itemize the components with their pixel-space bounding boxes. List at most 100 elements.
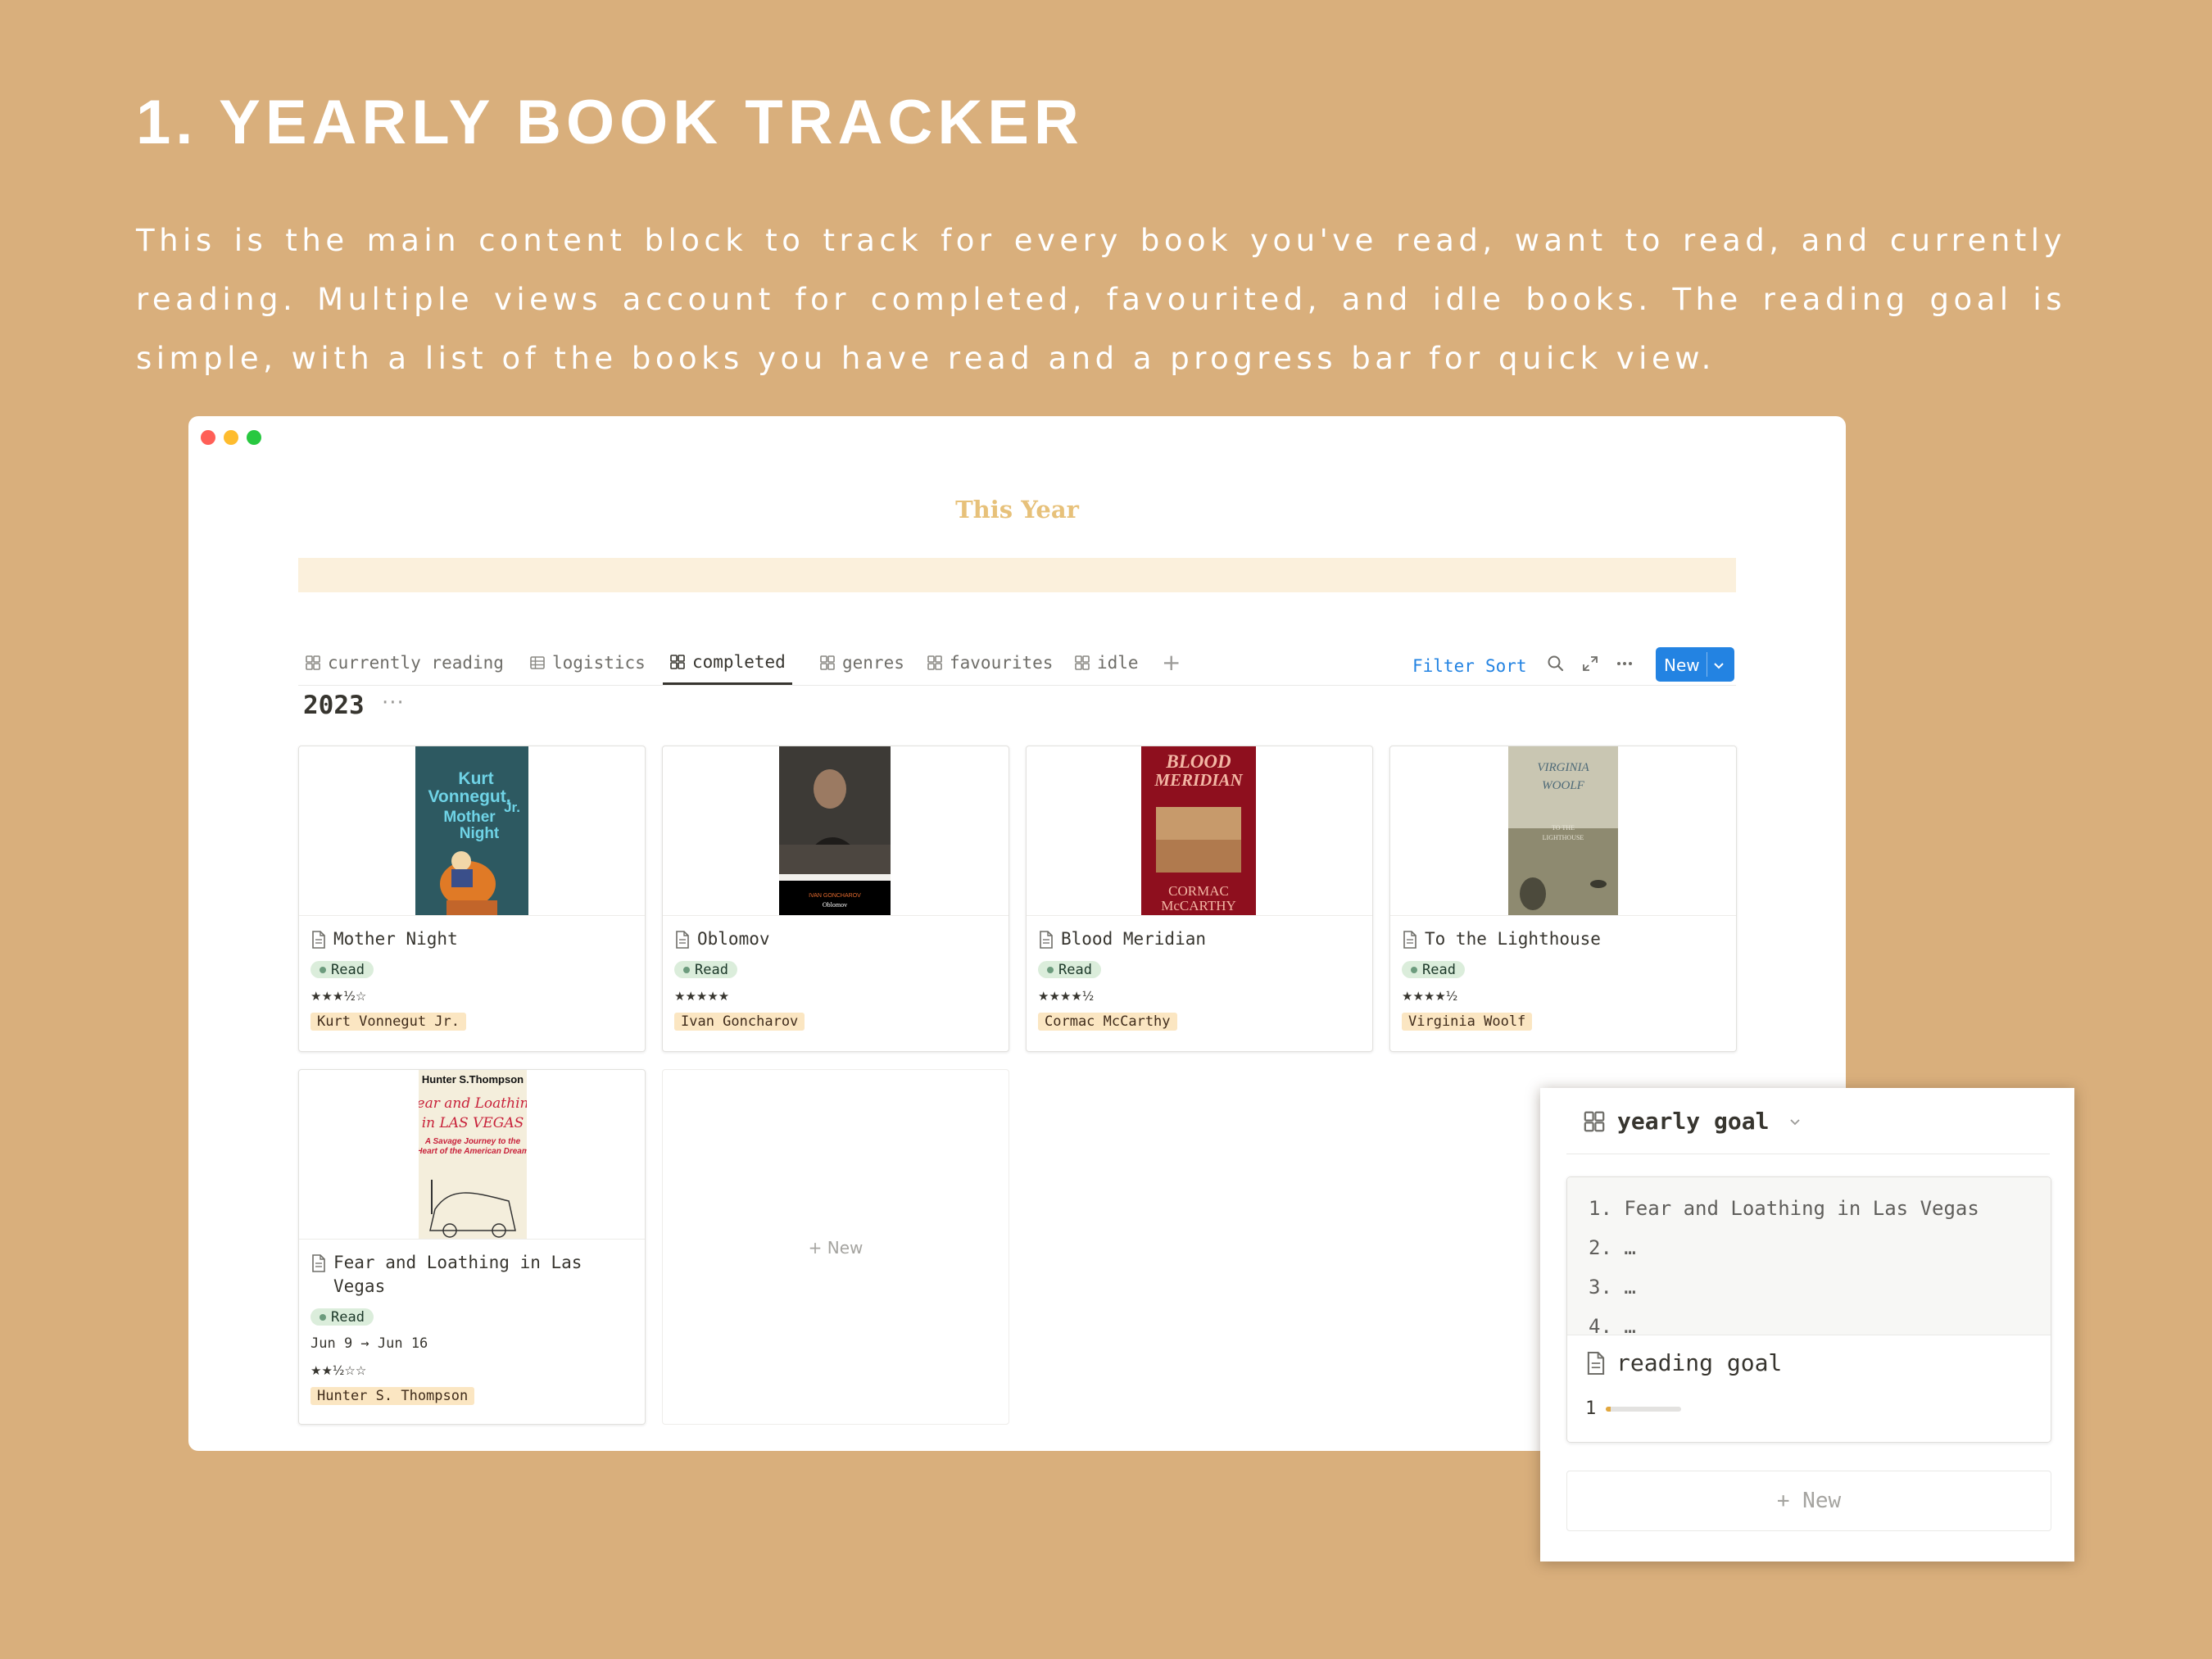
status-badge: Read: [310, 961, 374, 978]
group-title[interactable]: 2023: [303, 691, 365, 720]
author-tag: Cormac McCarthy: [1038, 1013, 1177, 1031]
tab-favourites[interactable]: favourites: [920, 641, 1059, 684]
rating: ★★★★★: [674, 989, 730, 1004]
card-title: Blood Meridian: [1038, 927, 1361, 951]
status-text: Read: [1422, 961, 1456, 978]
search-icon[interactable]: [1545, 653, 1566, 674]
yearly-goal-panel: yearly goal 1. Fear and Loathing in Las …: [1540, 1088, 2074, 1562]
cover-text: CORMAC: [1168, 883, 1229, 899]
tab-currently-reading[interactable]: currently reading: [298, 641, 510, 684]
cover-text: in LAS VEGAS: [422, 1115, 524, 1131]
cover-text: WOOLF: [1542, 779, 1585, 792]
more-options-icon[interactable]: [1614, 653, 1635, 674]
rating: ★★½☆☆: [310, 1363, 367, 1378]
tab-label: genres: [842, 653, 904, 673]
list-item: 4. …: [1589, 1315, 1636, 1335]
page-description: This is the main content block to track …: [136, 223, 2066, 376]
expand-icon[interactable]: [1580, 653, 1601, 674]
tab-logistics[interactable]: logistics: [523, 641, 652, 684]
author-tag: Virginia Woolf: [1402, 1013, 1533, 1031]
rating: ★★★★½: [1038, 989, 1095, 1004]
book-card[interactable]: IVAN GONCHAROV Oblomov Oblomov Read ★★★★…: [662, 746, 1009, 1052]
tab-completed[interactable]: completed: [663, 641, 792, 685]
progress-value: 1: [1585, 1398, 1597, 1419]
gallery-icon: [1075, 655, 1090, 670]
card-cover: Hunter S.Thompson Fear and Loathing in L…: [299, 1070, 645, 1240]
tab-idle[interactable]: idle: [1067, 641, 1145, 684]
tab-label: currently reading: [328, 653, 504, 673]
new-card-label: + New: [808, 1238, 863, 1258]
cover-text: Jr.: [504, 800, 520, 815]
status-text: Read: [1058, 961, 1092, 978]
card-title-text: Blood Meridian: [1061, 929, 1207, 949]
callout-block: [298, 558, 1736, 592]
gallery-icon: [306, 655, 320, 670]
status-badge: Read: [1038, 961, 1101, 978]
status-dot: [320, 966, 326, 973]
tab-label: completed: [692, 652, 786, 672]
filter-button[interactable]: Filter: [1412, 656, 1475, 676]
cover-text: BLOOD: [1165, 751, 1231, 772]
card-title-text: To the Lighthouse: [1425, 929, 1601, 949]
view-tab-bar: currently reading logistics completed ge…: [298, 633, 1736, 686]
book-card[interactable]: VIRGINIA WOOLF TO THE LIGHTHOUSE To the …: [1389, 746, 1737, 1052]
minimize-window-button[interactable]: [224, 430, 238, 445]
list-item: 1. Fear and Loathing in Las Vegas: [1589, 1197, 1979, 1220]
chevron-down-icon[interactable]: [1787, 1113, 1803, 1130]
sort-button[interactable]: Sort: [1485, 656, 1527, 676]
status-badge: Read: [1402, 961, 1465, 978]
list-item: 3. …: [1589, 1276, 1636, 1299]
cover-text: Hunter S.Thompson: [422, 1073, 524, 1086]
tab-label: logistics: [552, 653, 646, 673]
card-cover: Kurt Vonnegut, Jr. Mother Night: [299, 746, 645, 916]
cover-text: Vonnegut,: [428, 787, 510, 806]
status-text: Read: [331, 1308, 365, 1326]
new-record-button[interactable]: New: [1656, 647, 1734, 682]
cover-text: VIRGINIA: [1537, 761, 1589, 774]
gallery-icon: [670, 655, 685, 669]
tab-genres[interactable]: genres: [813, 641, 911, 684]
status-dot: [683, 966, 690, 973]
card-title: Mother Night: [310, 927, 633, 951]
page-icon: [312, 931, 325, 949]
rating: ★★★½☆: [310, 989, 367, 1004]
book-card[interactable]: BLOOD MERIDIAN CORMAC McCARTHY Blood Mer…: [1026, 746, 1373, 1052]
maximize-window-button[interactable]: [247, 430, 261, 445]
chevron-down-icon[interactable]: [1711, 658, 1726, 673]
reading-goal-text: reading goal: [1616, 1349, 1783, 1376]
book-card[interactable]: Hunter S.Thompson Fear and Loathing in L…: [298, 1069, 646, 1425]
goal-book-list: 1. Fear and Loathing in Las Vegas 2. … 3…: [1567, 1177, 2051, 1335]
page-icon: [312, 1254, 325, 1272]
status-badge: Read: [674, 961, 737, 978]
new-goal-button[interactable]: + New: [1566, 1471, 2051, 1531]
cover-text: McCARTHY: [1161, 898, 1236, 913]
status-dot: [1411, 966, 1417, 973]
gallery-icon: [1584, 1111, 1605, 1131]
cover-text: LIGHTHOUSE: [1543, 834, 1584, 841]
close-window-button[interactable]: [201, 430, 215, 445]
page-icon: [676, 931, 689, 949]
progress-bar: [1606, 1406, 1682, 1412]
page-icon: [1587, 1351, 1605, 1375]
card-cover: VIRGINIA WOOLF TO THE LIGHTHOUSE: [1390, 746, 1736, 916]
card-cover: BLOOD MERIDIAN CORMAC McCARTHY: [1027, 746, 1372, 916]
date-range: Jun 9 → Jun 16: [310, 1335, 428, 1352]
book-cover-image: Kurt Vonnegut, Jr. Mother Night: [415, 746, 528, 915]
reading-goal-card[interactable]: 1. Fear and Loathing in Las Vegas 2. … 3…: [1566, 1176, 2051, 1443]
page-icon: [1403, 931, 1416, 949]
cover-text: TO THE: [1552, 824, 1575, 832]
status-dot: [1047, 966, 1054, 973]
add-view-icon[interactable]: +: [1162, 651, 1181, 674]
tab-label: idle: [1097, 653, 1139, 673]
progress-bar-fill: [1606, 1406, 1611, 1412]
group-more-icon[interactable]: ···: [382, 691, 405, 715]
cover-text: Heart of the American Dream: [419, 1147, 527, 1156]
reading-goal-progress: 1: [1585, 1398, 1682, 1419]
book-card[interactable]: Kurt Vonnegut, Jr. Mother Night Mother N…: [298, 746, 646, 1052]
yearly-goal-view-selector[interactable]: yearly goal: [1583, 1108, 1803, 1135]
cover-text: Fear and Loathing: [419, 1095, 527, 1112]
cover-text: IVAN GONCHAROV: [809, 893, 861, 899]
new-card-button[interactable]: + New: [662, 1069, 1009, 1425]
cover-text: Kurt: [458, 769, 493, 788]
yearly-goal-title: yearly goal: [1617, 1108, 1770, 1135]
